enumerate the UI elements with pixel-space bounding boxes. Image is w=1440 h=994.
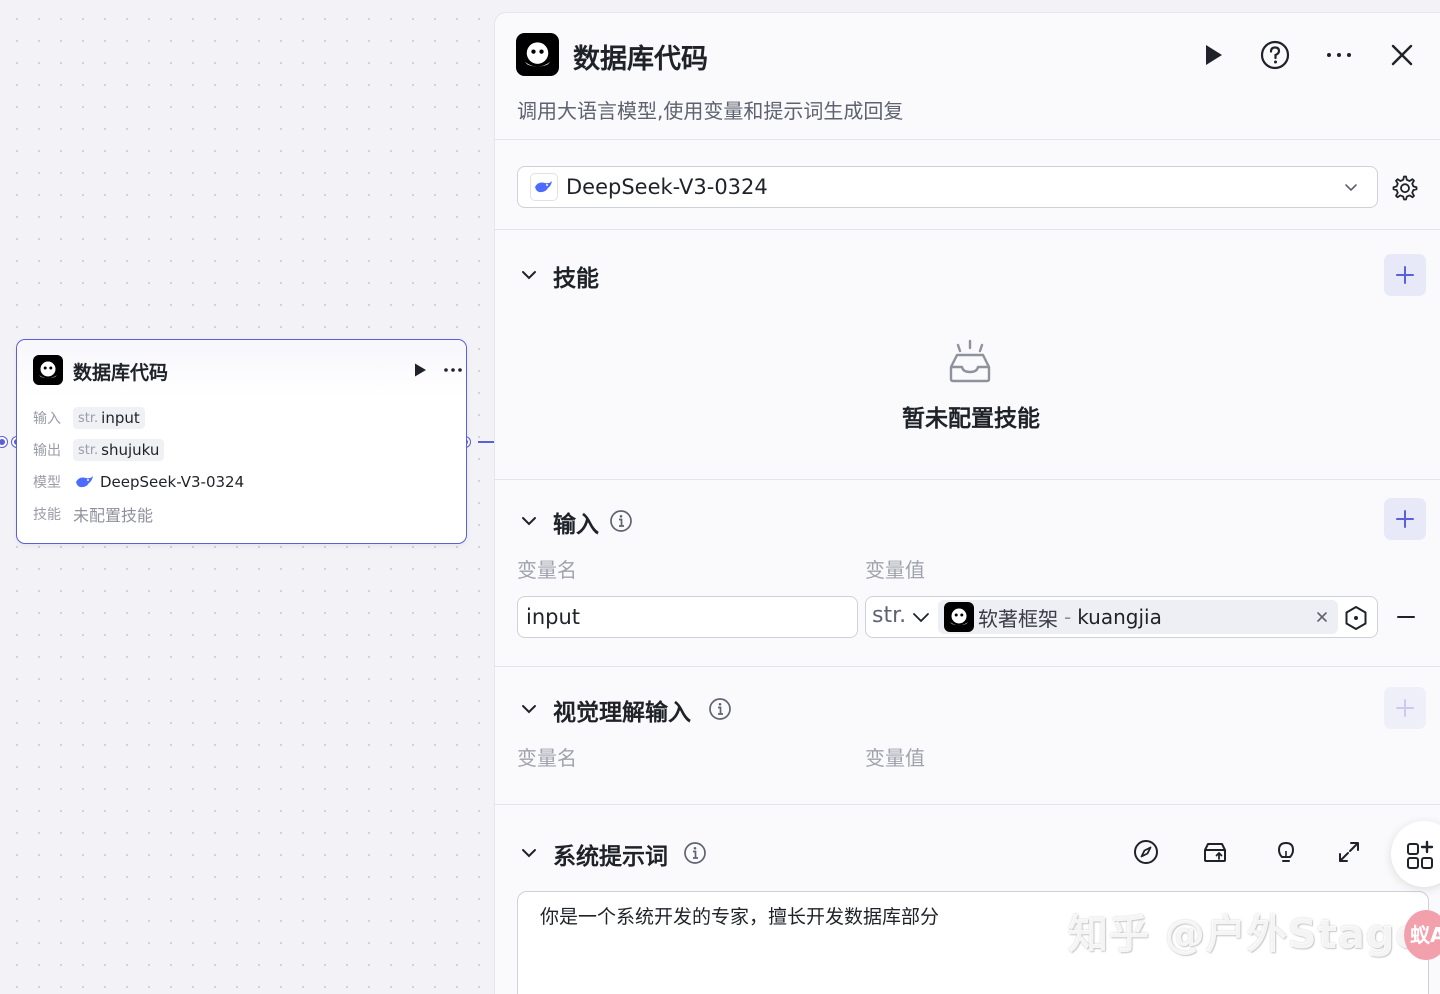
bulb-icon[interactable]: [1272, 838, 1300, 866]
template-icon[interactable]: [1201, 838, 1229, 866]
skills-empty-text: 未配置技能: [73, 506, 154, 525]
reference-source: 软著框架: [978, 606, 1058, 631]
info-icon[interactable]: [708, 697, 732, 721]
variable-name-column-label: 变量名: [517, 746, 577, 770]
plus-icon: [1396, 699, 1414, 717]
bot-logo-icon: [944, 602, 974, 632]
play-icon[interactable]: [1198, 40, 1228, 70]
variable-value-column-label: 变量值: [865, 746, 925, 770]
variable-name-column-label: 变量名: [517, 558, 577, 582]
chevron-down-icon[interactable]: [519, 511, 539, 531]
floating-apps-button[interactable]: [1391, 821, 1440, 887]
skills-empty-text: 暂未配置技能: [902, 406, 1040, 432]
node-row-label: 输入: [33, 411, 61, 427]
watermark-badge: 蚁A: [1404, 910, 1440, 960]
system-prompt-text: 你是一个系统开发的专家，擅长开发数据库部分: [540, 906, 940, 928]
clear-icon[interactable]: [1316, 611, 1328, 623]
connection-edge: [478, 441, 494, 443]
minus-icon[interactable]: [1395, 607, 1417, 627]
variable-reference-chip[interactable]: 软著框架 - kuangjia: [938, 600, 1338, 634]
divider: [495, 229, 1440, 230]
node-row-label: 模型: [33, 475, 61, 491]
chevron-down-icon[interactable]: [911, 609, 931, 627]
plus-icon: [1396, 266, 1414, 284]
node-row-label: 输出: [33, 443, 61, 459]
add-input-button[interactable]: [1384, 498, 1426, 540]
variable-name: input: [101, 409, 140, 427]
variable-name-value: input: [526, 605, 581, 629]
bot-logo-icon: [33, 355, 63, 385]
help-icon[interactable]: [1260, 40, 1290, 70]
input-section-title: 输入: [553, 512, 599, 538]
close-icon[interactable]: [1387, 40, 1417, 70]
chevron-down-icon: [1345, 184, 1357, 192]
model-logo: [530, 173, 558, 201]
variable-value-field[interactable]: str. 软著框架 - kuangjia: [865, 596, 1378, 638]
deepseek-icon: [535, 181, 552, 193]
reference-separator: -: [1064, 605, 1072, 629]
bot-logo-icon: [516, 33, 559, 76]
type-tag: str.: [78, 410, 99, 426]
node-input-port[interactable]: [0, 437, 7, 447]
panel-title[interactable]: 数据库代码: [573, 37, 708, 76]
play-icon[interactable]: [412, 362, 428, 378]
compass-icon[interactable]: [1132, 838, 1160, 866]
info-icon[interactable]: [609, 509, 633, 533]
divider: [495, 479, 1440, 480]
model-name: DeepSeek-V3-0324: [100, 473, 245, 491]
apps-icon: [1407, 840, 1434, 869]
node-row-skills: 技能 未配置技能: [33, 501, 153, 527]
variable-chip: str. input: [73, 407, 145, 429]
divider: [495, 666, 1440, 667]
expand-icon[interactable]: [1335, 838, 1363, 866]
variable-chip: str. shujuku: [73, 439, 165, 461]
info-icon[interactable]: [683, 841, 707, 865]
variable-picker-icon[interactable]: [1343, 605, 1369, 631]
deepseek-icon: [76, 476, 93, 488]
add-vision-input-button[interactable]: [1384, 687, 1426, 729]
model-select-value: DeepSeek-V3-0324: [566, 175, 768, 199]
vision-input-section-title: 视觉理解输入: [553, 700, 691, 726]
plus-icon: [1396, 510, 1414, 528]
more-icon[interactable]: [1324, 40, 1354, 70]
type-tag: str.: [78, 442, 99, 458]
skills-section-title: 技能: [553, 266, 599, 292]
add-skill-button[interactable]: [1384, 254, 1426, 296]
panel-description: 调用大语言模型,使用变量和提示词生成回复: [517, 99, 904, 123]
model-select[interactable]: DeepSeek-V3-0324: [517, 166, 1378, 208]
reference-variable: kuangjia: [1077, 605, 1162, 629]
more-icon[interactable]: [441, 360, 465, 380]
node-config-panel: 数据库代码 调用大语言模型,使用变量和提示词生成回复 DeepSeek-V3-0…: [494, 12, 1440, 994]
node-row-model: 模型 DeepSeek-V3-0324: [33, 469, 244, 495]
workflow-node[interactable]: 数据库代码 输入 str. input 输出 str. shujuku 模型 Dee…: [16, 339, 467, 544]
watermark: 知乎 @户外Stage: [1068, 912, 1424, 958]
divider: [495, 139, 1440, 140]
chevron-down-icon[interactable]: [519, 843, 539, 863]
chevron-down-icon[interactable]: [519, 699, 539, 719]
node-row-label: 技能: [33, 507, 61, 523]
variable-name: shujuku: [101, 441, 160, 459]
gear-icon[interactable]: [1389, 173, 1419, 203]
node-row-input: 输入 str. input: [33, 405, 145, 431]
system-prompt-section-title: 系统提示词: [553, 844, 668, 870]
empty-box-icon: [949, 339, 991, 383]
variable-name-input[interactable]: input: [517, 596, 858, 638]
chevron-down-icon[interactable]: [519, 265, 539, 285]
variable-value-column-label: 变量值: [865, 558, 925, 582]
node-title: 数据库代码: [73, 362, 169, 384]
divider: [495, 804, 1440, 805]
type-select-value[interactable]: str.: [872, 603, 906, 628]
node-row-output: 输出 str. shujuku: [33, 437, 165, 463]
